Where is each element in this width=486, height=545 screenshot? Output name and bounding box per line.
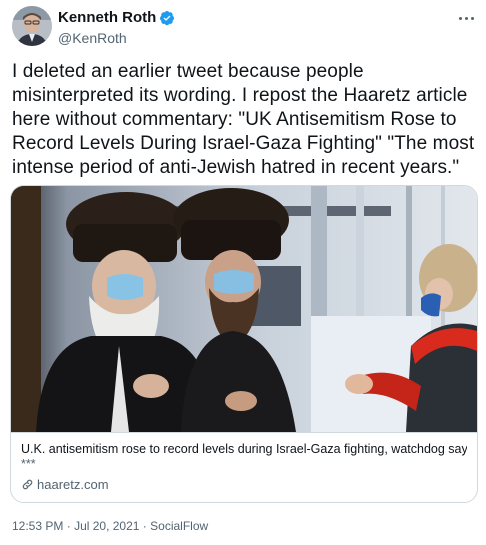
tweet: Kenneth Roth @KenRoth I deleted an earli… <box>0 0 486 545</box>
tweet-header: Kenneth Roth @KenRoth <box>12 6 478 52</box>
tweet-meta: 12:53 PM · Jul 20, 2021 · SocialFlow <box>12 518 208 534</box>
card-body[interactable]: U.K. antisemitism rose to record levels … <box>11 432 477 502</box>
card-title[interactable]: U.K. antisemitism rose to record levels … <box>21 441 467 457</box>
card-image[interactable] <box>11 186 477 432</box>
tweet-date[interactable]: Jul 20, 2021 <box>74 519 139 533</box>
link-card[interactable]: U.K. antisemitism rose to record levels … <box>10 185 478 503</box>
card-domain-row: haaretz.com <box>21 477 467 492</box>
avatar[interactable] <box>12 6 52 46</box>
tweet-text: I deleted an earlier tweet because peopl… <box>12 61 475 178</box>
name-row: Kenneth Roth <box>58 9 175 27</box>
meta-separator: · <box>142 519 147 533</box>
card-description: *** <box>21 457 36 471</box>
more-options-icon[interactable] <box>454 8 478 28</box>
tweet-time[interactable]: 12:53 PM <box>12 519 63 533</box>
tweet-source[interactable]: SocialFlow <box>150 519 208 533</box>
link-icon <box>22 479 33 490</box>
handle[interactable]: @KenRoth <box>58 29 175 47</box>
verified-badge-icon <box>159 10 175 26</box>
meta-separator: · <box>66 519 71 533</box>
author-names: Kenneth Roth @KenRoth <box>58 9 175 47</box>
avatar-image <box>12 6 52 46</box>
card-domain[interactable]: haaretz.com <box>37 477 109 492</box>
display-name[interactable]: Kenneth Roth <box>58 9 156 27</box>
